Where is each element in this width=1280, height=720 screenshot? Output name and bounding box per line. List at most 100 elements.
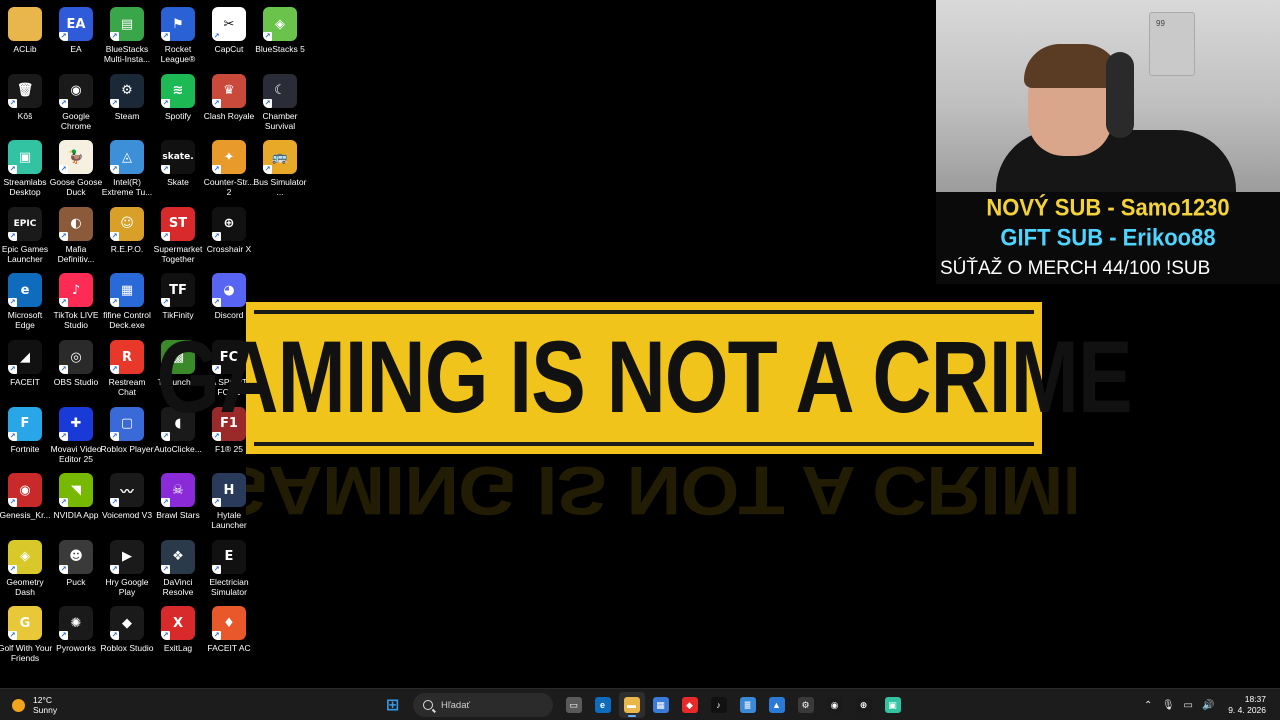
- icon-glyph: EA: [66, 16, 86, 32]
- desktop-shortcut[interactable]: ◈ ↗ Geometry Dash: [0, 536, 50, 600]
- desktop-shortcut[interactable]: ⚑ ↗ Rocket League®: [153, 3, 203, 67]
- desktop-shortcut[interactable]: ♦ ↗ FACEIT AC: [204, 602, 254, 666]
- desktop-shortcut[interactable]: E ↗ Electrician Simulator: [204, 536, 254, 600]
- desktop-shortcut[interactable]: ◆ ↗ Roblox Studio: [100, 602, 154, 666]
- shortcut-arrow-icon: ↗: [212, 631, 221, 641]
- desktop-shortcut-label: Chamber Survival: [262, 110, 298, 131]
- skate-icon: skate. ↗: [161, 140, 195, 175]
- red-diamond-app-icon: ◆: [681, 697, 698, 713]
- taskbar-button[interactable]: ⊞: [380, 692, 406, 718]
- taskbar-button[interactable]: ▦: [648, 692, 674, 718]
- desktop-shortcut[interactable]: ⚙ ↗ Steam: [102, 70, 152, 134]
- desktop-shortcut[interactable]: ◉ ↗ Genesis_Kr...: [0, 469, 51, 533]
- desktop-shortcut[interactable]: ◥ ↗ NVIDIA App: [51, 469, 101, 533]
- desktop-shortcut[interactable]: ▦ ↗ fifine Control Deck.exe: [102, 269, 152, 333]
- desktop-shortcut[interactable]: ☺ ↗ R.E.P.O.: [102, 203, 152, 267]
- network-icon[interactable]: ▭: [1179, 696, 1197, 714]
- taskbar-button[interactable]: ⊕: [851, 692, 877, 718]
- desktop-shortcut[interactable]: EA ↗ EA: [51, 3, 101, 67]
- shortcut-arrow-icon: ↗: [212, 298, 221, 308]
- shortcut-arrow-icon: ↗: [212, 564, 221, 574]
- desktop-shortcut[interactable]: ♪ ↗ TikTok LIVE Studio: [51, 269, 101, 333]
- desktop-shortcut[interactable]: ♛ ↗ Clash Royale: [204, 70, 254, 134]
- desktop-shortcut[interactable]: ST ↗ Supermarket Together: [153, 203, 203, 267]
- icon-glyph: 🗑: [16, 83, 34, 99]
- desktop-shortcut[interactable]: ☠ ↗ Brawl Stars: [153, 469, 203, 533]
- desktop-shortcut[interactable]: ✂ ↗ CapCut: [204, 3, 254, 67]
- taskbar-search-box[interactable]: Hľadať: [413, 693, 553, 717]
- desktop-shortcut[interactable]: ◐ ↗ Mafia Definitiv...: [51, 203, 101, 267]
- desktop-shortcut[interactable]: ◎ ↗ OBS Studio: [51, 336, 101, 400]
- desktop-shortcut[interactable]: ✚ ↗ Movavi Video Editor 25: [51, 403, 101, 467]
- desktop-shortcut[interactable]: ◈ ↗ BlueStacks 5: [255, 3, 305, 67]
- desktop-shortcut[interactable]: R ↗ Restream Chat: [102, 336, 152, 400]
- bus-simulator-icon: 🚌 ↗: [263, 140, 297, 175]
- fortnite-icon: F ↗: [8, 406, 42, 441]
- taskbar-button[interactable]: ⚙: [793, 692, 819, 718]
- shortcut-arrow-icon: ↗: [8, 498, 17, 508]
- desktop-shortcut[interactable]: X ↗ ExitLag: [153, 602, 203, 666]
- weather-widget[interactable]: 12°C Sunny: [12, 694, 57, 716]
- taskbar-button[interactable]: ◉: [822, 692, 848, 718]
- faceit-icon: ◢ ↗: [8, 340, 42, 374]
- desktop-shortcut[interactable]: ⊕ ↗ Crosshair X: [204, 203, 254, 267]
- taskbar-button[interactable]: e: [590, 692, 616, 718]
- desktop-shortcut[interactable]: ▤ ↗ BlueStacks Multi-Insta...: [102, 3, 152, 67]
- player-card: 99: [1149, 12, 1195, 76]
- desktop-shortcut[interactable]: ▢ ↗ Roblox Player: [101, 403, 153, 467]
- shortcut-arrow-icon: ↗: [59, 631, 68, 641]
- taskbar-button[interactable]: ▲: [764, 692, 790, 718]
- desktop-shortcut[interactable]: ◬ ↗ Intel(R) Extreme Tu...: [102, 136, 152, 200]
- icon-glyph: ◎: [70, 349, 82, 365]
- taskbar-button[interactable]: ≣: [735, 692, 761, 718]
- desktop-shortcut-label: Golf With Your Friends: [0, 643, 53, 664]
- desktop-shortcut[interactable]: EPIC ↗ Epic Games Launcher: [0, 203, 50, 267]
- desktop-shortcut-label: FACEIT: [10, 377, 40, 387]
- desktop-shortcut[interactable]: ≋ ↗ Spotify: [153, 70, 203, 134]
- desktop-shortcut[interactable]: ▶ ↗ Hry Google Play: [102, 536, 152, 600]
- chevron-up-icon[interactable]: ⌃: [1139, 696, 1157, 714]
- desktop-shortcut[interactable]: ❖ ↗ DaVinci Resolve: [153, 536, 203, 600]
- volume-icon[interactable]: 🔊: [1199, 696, 1217, 714]
- taskbar-button[interactable]: ▬: [618, 692, 645, 718]
- desktop-shortcut[interactable]: 🗑 ↗ Kôš: [0, 70, 50, 134]
- tikfinity-icon: TF ↗: [161, 273, 195, 308]
- banner-tape: GAMING IS NOT A CRIME: [156, 310, 1133, 446]
- taskbar-button[interactable]: ▭: [561, 692, 587, 718]
- chrome-icon: ◉: [826, 697, 843, 713]
- desktop-shortcut[interactable]: ◉ ↗ Google Chrome: [51, 70, 101, 134]
- desktop-shortcut[interactable]: ✺ ↗ Pyroworks: [51, 602, 101, 666]
- desktop-shortcut[interactable]: F ↗ Fortnite: [0, 403, 50, 467]
- desktop-shortcut[interactable]: 🦆 ↗ Goose Goose Duck: [49, 136, 103, 200]
- desktop-shortcut[interactable]: ◢ ↗ FACEIT: [0, 336, 50, 400]
- taskbar-button[interactable]: ◆: [677, 692, 703, 718]
- desktop-shortcut[interactable]: ✦ ↗ Counter-Str... 2: [204, 136, 254, 200]
- taskbar-button[interactable]: ▣: [880, 692, 906, 718]
- desktop-shortcut[interactable]: 〰 ↗ Voicemod V3: [102, 469, 152, 533]
- spotify-icon: ≋ ↗: [161, 73, 195, 108]
- desktop-shortcut[interactable]: ACLib: [0, 3, 50, 67]
- desktop-shortcut-label: ACLib: [13, 44, 37, 54]
- desktop-shortcut-label: Intel(R) Extreme Tu...: [101, 177, 153, 198]
- clock[interactable]: 18:37 9. 4. 2026: [1228, 694, 1266, 716]
- desktop-shortcut[interactable]: G ↗ Golf With Your Friends: [0, 602, 53, 666]
- puck-icon: ☻ ↗: [59, 539, 93, 574]
- desktop-shortcut[interactable]: skate. ↗ Skate: [153, 136, 203, 200]
- desktop-shortcut-label: Pyroworks: [56, 643, 96, 654]
- taskbar-button[interactable]: ♪: [706, 692, 732, 718]
- desktop-shortcut-label: Goose Goose Duck: [49, 177, 103, 198]
- desktop-shortcut[interactable]: 🚌 ↗ Bus Simulator ...: [254, 136, 306, 200]
- desktop-shortcut[interactable]: e ↗ Microsoft Edge: [0, 269, 50, 333]
- shortcut-arrow-icon: ↗: [161, 32, 170, 41]
- desktop-shortcut-label: Mafia Definitiv...: [57, 243, 95, 264]
- microphone-icon[interactable]: 🎙: [1159, 696, 1177, 714]
- shortcut-arrow-icon: ↗: [8, 298, 17, 308]
- desktop-shortcut[interactable]: ☻ ↗ Puck: [51, 536, 101, 600]
- taskbar-apps: ⊞ Hľadať ▭ e ▬ ▦ ◆ ♪ ≣ ▲ ⚙ ◉ ⊕ ▣: [378, 691, 907, 719]
- icon-glyph: ⚙: [121, 83, 133, 99]
- desktop-shortcut-label: Roblox Studio: [100, 643, 154, 654]
- desktop-shortcut-label: EA: [70, 44, 82, 54]
- shortcut-arrow-icon: ↗: [212, 98, 221, 108]
- desktop-shortcut[interactable]: ▣ ↗ Streamlabs Desktop: [0, 136, 50, 200]
- desktop-shortcut[interactable]: ☾ ↗ Chamber Survival: [255, 70, 305, 134]
